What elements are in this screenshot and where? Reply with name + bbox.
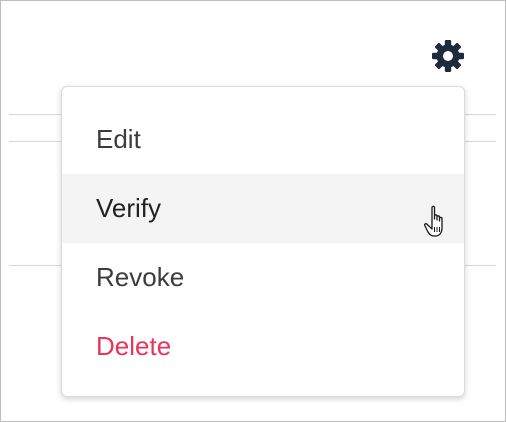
gear-icon-graphic [432, 40, 464, 72]
menu-item-edit[interactable]: Edit [62, 105, 464, 174]
actions-dropdown-menu: Edit Verify Revoke Delete [61, 86, 465, 397]
menu-item-revoke[interactable]: Revoke [62, 243, 464, 312]
gear-icon[interactable] [430, 38, 466, 74]
menu-item-verify[interactable]: Verify [62, 174, 464, 243]
menu-item-delete[interactable]: Delete [62, 312, 464, 381]
window-frame: Edit Verify Revoke Delete [0, 0, 506, 422]
